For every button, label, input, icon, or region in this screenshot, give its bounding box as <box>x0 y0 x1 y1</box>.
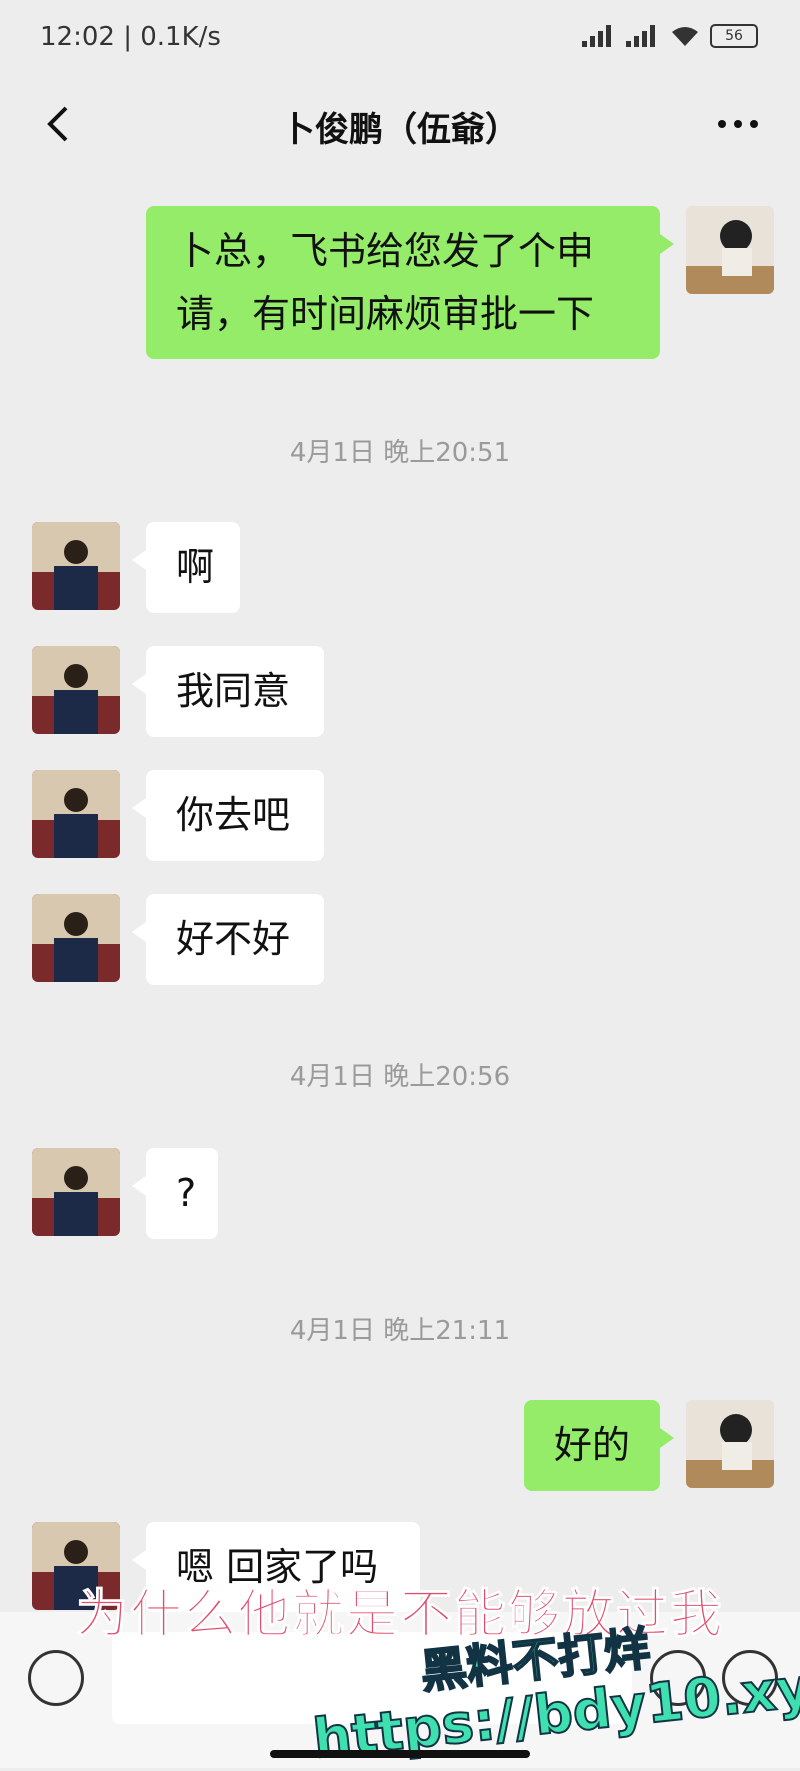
contact-avatar[interactable] <box>32 1148 120 1236</box>
message-bubble-other[interactable]: 我同意 <box>132 646 324 737</box>
my-avatar[interactable] <box>686 206 774 294</box>
voice-input-icon[interactable] <box>28 1650 84 1706</box>
timestamp: 4月1日 晚上20:51 <box>289 438 511 468</box>
timestamp: 4月1日 晚上21:11 <box>289 1316 511 1346</box>
message-bubble-other[interactable]: 啊 <box>132 522 240 613</box>
contact-avatar[interactable] <box>32 894 120 982</box>
status-icons: 56 <box>582 24 758 48</box>
signal-icon-2 <box>626 25 660 47</box>
battery-icon: 56 <box>710 24 758 48</box>
signal-icon <box>582 25 616 47</box>
message-bubble-me[interactable]: 卜总，飞书给您发了个申 请，有时间麻烦审批一下 <box>146 206 674 360</box>
message-bubble-other[interactable]: ? <box>132 1148 218 1239</box>
message-bubble-other[interactable]: 好不好 <box>132 894 324 985</box>
contact-avatar[interactable] <box>32 770 120 858</box>
timestamp: 4月1日 晚上20:56 <box>289 1062 511 1092</box>
status-time: 12:02 | 0.1K/s <box>40 22 221 52</box>
wifi-icon <box>672 27 698 46</box>
message-bubble-other[interactable]: 你去吧 <box>132 770 324 861</box>
video-subtitle: 为什么他就是不能够放过我 <box>75 1585 724 1646</box>
contact-avatar[interactable] <box>32 646 120 734</box>
status-bar: 12:02 | 0.1K/s 56 <box>0 0 800 80</box>
more-options-icon[interactable] <box>712 102 764 146</box>
my-avatar[interactable] <box>686 1400 774 1488</box>
chat-title: 卜俊鹏（伍爺） <box>281 110 519 150</box>
contact-avatar[interactable] <box>32 522 120 610</box>
message-bubble-me[interactable]: 好的 <box>524 1400 674 1491</box>
home-indicator[interactable] <box>270 1750 530 1758</box>
chat-header: 卜俊鹏（伍爺） <box>0 80 800 168</box>
